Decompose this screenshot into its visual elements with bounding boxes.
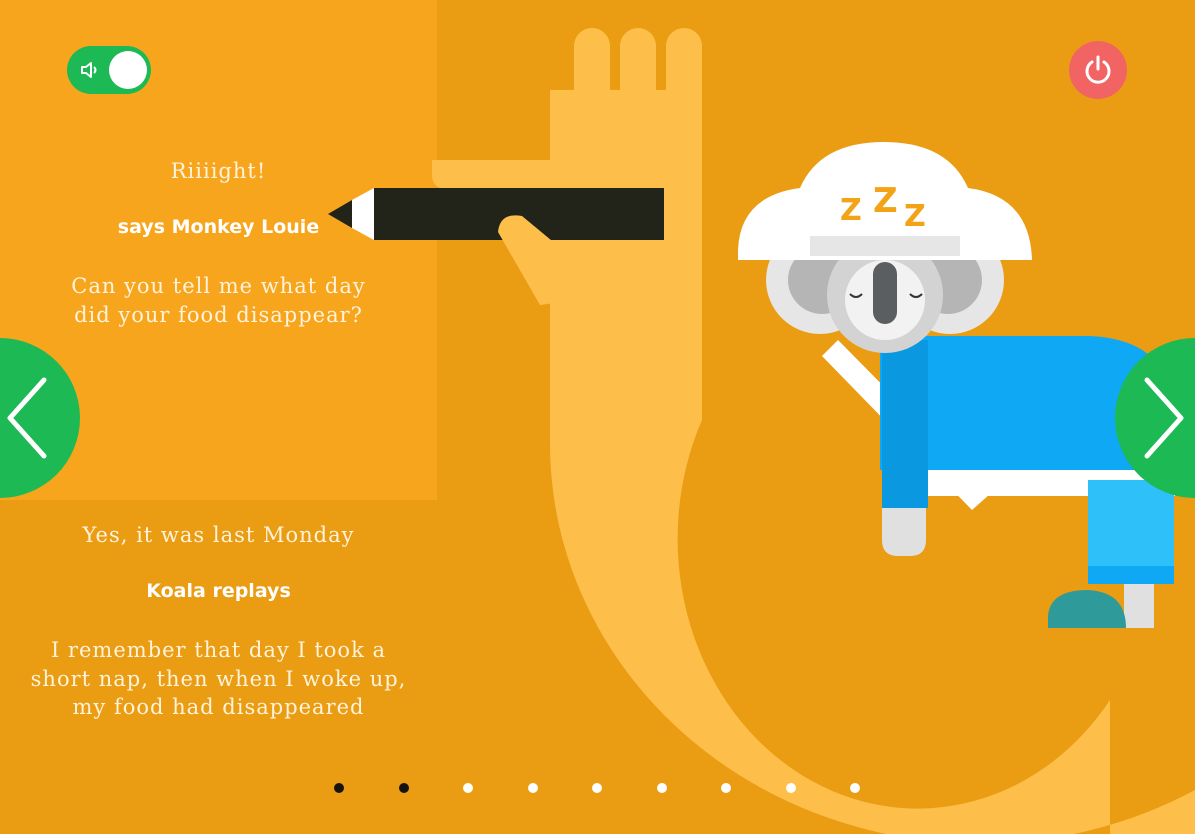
pagination-dot[interactable]	[334, 783, 344, 793]
koala-speaker: Koala replays	[146, 580, 291, 602]
pagination-dot[interactable]	[527, 783, 538, 793]
monkey-finger	[666, 28, 702, 198]
zzz-text: Z	[840, 193, 862, 228]
monkey-finger	[620, 28, 656, 198]
speaker-icon	[81, 62, 97, 78]
monkey-question-line-2: did your food disappear?	[74, 303, 363, 327]
zzz-text: Z	[873, 181, 898, 221]
power-icon	[1085, 55, 1111, 84]
koala-paw	[882, 508, 926, 556]
chevron-left-icon	[7, 377, 47, 459]
sound-toggle[interactable]	[67, 46, 151, 94]
koala-answer: Yes, it was last Monday	[82, 523, 355, 547]
monkey-quote: Riiiight!	[170, 159, 267, 183]
pagination-dot[interactable]	[721, 783, 731, 793]
koala-story-line-1: I remember that day I took a	[51, 638, 386, 662]
cloud-shadow	[810, 236, 960, 256]
pagination-dot[interactable]	[656, 783, 667, 793]
story-page: Z Z Z Riiiight! says Monkey Louie Can yo…	[0, 0, 1195, 834]
monkey-speaker: says Monkey Louie	[117, 216, 320, 238]
toggle-knob	[109, 51, 147, 89]
pagination-dot[interactable]	[785, 783, 796, 793]
power-button[interactable]	[1069, 41, 1127, 99]
koala-nose	[873, 262, 897, 324]
pagination	[0, 782, 1195, 794]
monkey-question-line-1: Can you tell me what day	[71, 274, 366, 298]
koala-leg-band	[1088, 566, 1174, 584]
koala-leg	[1088, 480, 1174, 570]
pagination-dot[interactable]	[592, 783, 602, 793]
zzz-text: Z	[904, 199, 926, 234]
koala: Z Z Z	[738, 142, 1175, 628]
koala-story-line-2: short nap, then when I woke up,	[30, 667, 407, 691]
monkey-finger	[432, 160, 580, 192]
koala-story-line-3: my food had disappeared	[72, 695, 365, 719]
pagination-dot[interactable]	[398, 783, 409, 793]
koala-arm	[882, 340, 928, 508]
koala-sock	[1124, 584, 1154, 628]
chevron-right-icon	[1144, 377, 1184, 459]
pagination-dot[interactable]	[850, 783, 860, 793]
pagination-dot[interactable]	[463, 783, 473, 793]
koala-shoe	[1048, 590, 1126, 628]
